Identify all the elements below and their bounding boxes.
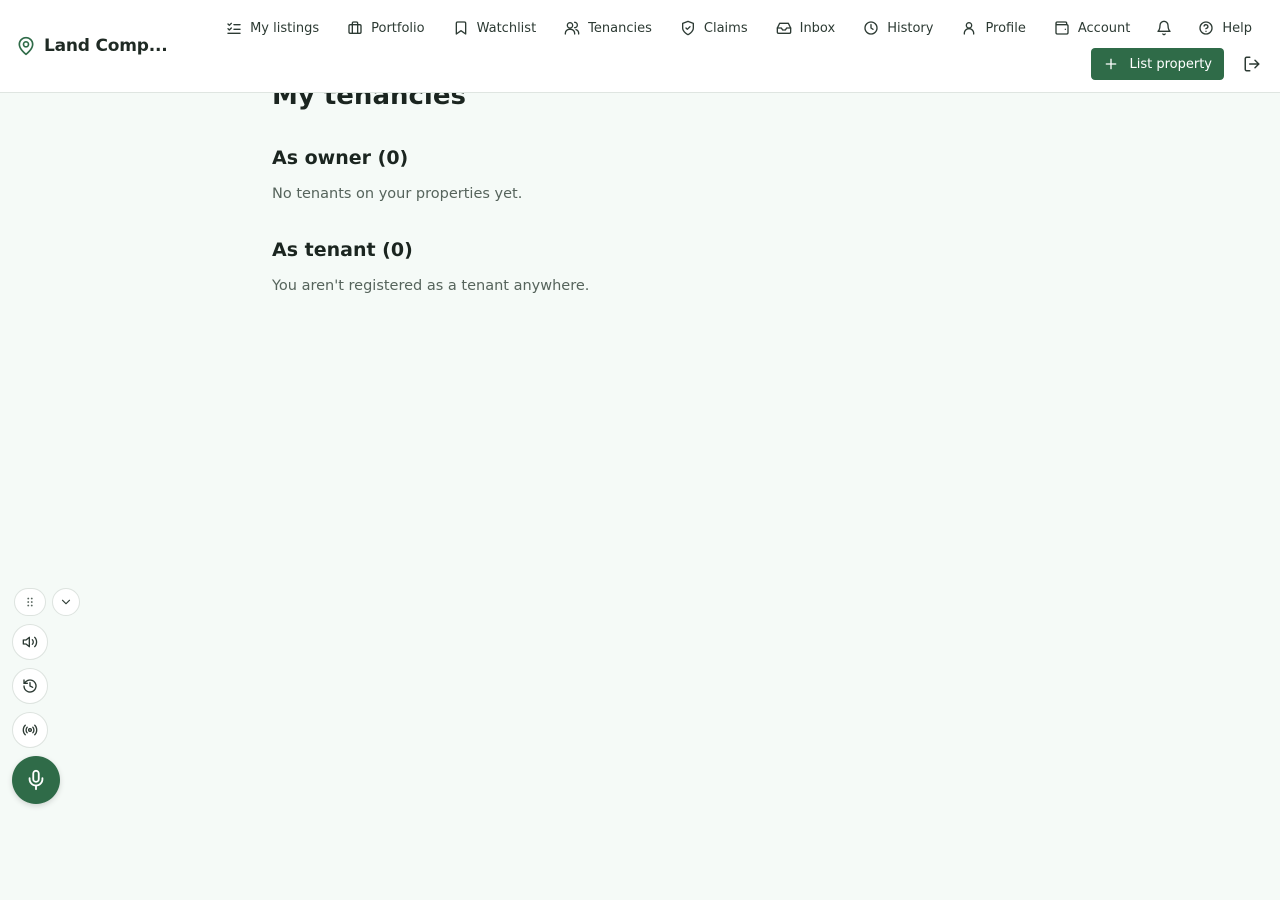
header-actions: List property [1091,48,1264,80]
main-nav: My listings Portfolio Watchlist Tenancie… [212,16,1264,40]
voice-toolbar-drag-handle[interactable] [14,588,46,616]
nav-item-profile[interactable]: Profile [947,16,1039,40]
list-property-label: List property [1129,56,1212,72]
tenant-section-title: As tenant (0) [272,239,413,261]
broadcast-icon [22,724,38,736]
history-icon [23,679,37,693]
chevron-down-icon [61,599,71,605]
nav-item-account[interactable]: Account [1040,16,1145,40]
nav-item-history[interactable]: History [849,16,947,40]
nav-label: Help [1222,20,1252,36]
nav-label: Profile [985,20,1026,36]
read-aloud-button[interactable] [12,624,48,660]
nav-item-watchlist[interactable]: Watchlist [439,16,551,40]
nav-label: Portfolio [371,20,425,36]
shield-check-icon [681,20,694,36]
nav-label: My listings [250,20,320,36]
list-check-icon [227,22,241,34]
nav-item-tenancies[interactable]: Tenancies [550,16,666,40]
help-circle-icon [1199,21,1214,35]
nav-item-claims[interactable]: Claims [666,16,762,40]
main-content: My tenancies As owner (0) No tenants on … [272,78,1172,294]
brand[interactable]: Land Comp... [16,34,168,58]
nav-item-portfolio[interactable]: Portfolio [333,16,438,40]
brand-name: Land Comp... [44,36,168,56]
nav-item-inbox[interactable]: Inbox [762,16,850,40]
microphone-icon [28,769,44,791]
nav-item-my-listings[interactable]: My listings [212,16,333,40]
speaker-icon [22,636,38,648]
bell-icon [1157,20,1172,36]
microphone-button[interactable] [12,756,60,804]
tenant-empty-text: You aren't registered as a tenant anywhe… [272,278,590,294]
voice-history-button[interactable] [12,668,48,704]
logout-icon [1244,56,1260,72]
broadcast-button[interactable] [12,712,48,748]
inbox-icon [776,22,791,34]
wallet-icon [1055,21,1069,35]
nav-label: Watchlist [476,20,537,36]
grip-icon [27,597,33,607]
nav-label: Account [1077,20,1131,36]
owner-empty-text: No tenants on your properties yet. [272,186,523,202]
user-icon [964,22,975,35]
page-title: My tenancies [272,81,466,111]
map-pin-icon [18,36,34,56]
list-property-button[interactable]: List property [1091,48,1224,80]
owner-section-title: As owner (0) [272,147,409,169]
nav-item-help[interactable]: Help [1184,16,1264,40]
logout-button[interactable] [1240,52,1264,76]
notifications-button[interactable] [1144,16,1184,40]
nav-label: Claims [703,20,748,36]
clock-icon [864,21,878,35]
nav-label: Inbox [799,20,836,36]
nav-label: History [887,20,934,36]
voice-toolbar-collapse-button[interactable] [52,588,80,616]
nav-label: Tenancies [588,20,652,36]
plus-icon [1106,58,1117,70]
bookmark-icon [455,21,466,35]
users-icon [564,21,580,35]
briefcase-icon [348,21,362,34]
